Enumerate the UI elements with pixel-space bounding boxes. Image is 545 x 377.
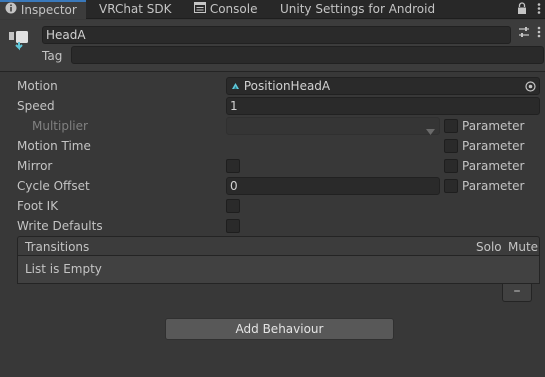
animation-clip-icon [231,78,240,94]
animator-state-icon [7,28,31,52]
motion-label: Motion [17,79,58,93]
cycle-offset-label: Cycle Offset [17,179,90,193]
speed-field[interactable]: 1 [226,97,540,115]
presets-icon[interactable] [517,26,531,42]
tag-field[interactable] [71,46,544,64]
add-behaviour-button[interactable]: Add Behaviour [165,318,394,340]
header-menu-icon[interactable] [532,26,545,42]
tab-console[interactable]: Console [194,0,257,19]
object-picker-icon[interactable] [525,80,536,96]
multiplier-dropdown [226,117,440,135]
mute-column-header: Mute [508,240,539,254]
name-field[interactable]: HeadA [42,26,511,44]
chevron-down-icon [426,123,435,139]
lock-icon[interactable] [517,2,527,18]
cycle-offset-parameter-checkbox[interactable] [444,179,458,193]
console-icon [194,0,206,19]
tab-vrchat-sdk[interactable]: VRChat SDK [99,0,172,19]
write-defaults-label: Write Defaults [17,219,103,233]
motion-time-parameter-label: Parameter [462,139,525,153]
mirror-parameter-checkbox[interactable] [444,159,458,173]
tab-unity-settings-android[interactable]: Unity Settings for Android [280,0,435,19]
transitions-list: List is Empty [17,256,540,284]
motion-object-field[interactable]: PositionHeadA [226,77,540,95]
mirror-checkbox[interactable] [226,159,240,173]
foot-ik-label: Foot IK [17,199,59,213]
tab-label: Console [209,2,258,16]
motion-value: PositionHeadA [243,79,331,93]
tab-label: Unity Settings for Android [280,2,436,16]
cycle-offset-field[interactable]: 0 [226,177,440,195]
motion-time-label: Motion Time [17,139,91,153]
tab-bar: Inspector VRChat SDK Console Unity Setti… [0,0,545,19]
motion-time-parameter-checkbox[interactable] [444,139,458,153]
inspector-header: HeadA Tag [0,20,545,72]
transitions-list-header: Transitions Solo Mute [17,236,540,256]
foot-ik-checkbox[interactable] [226,199,240,213]
multiplier-parameter-label: Parameter [462,119,525,133]
cycle-offset-parameter-label: Parameter [462,179,525,193]
speed-label: Speed [17,99,55,113]
remove-transition-button[interactable]: – [502,284,532,302]
multiplier-parameter-checkbox[interactable] [444,119,458,133]
transitions-title: Transitions [25,240,90,254]
tag-label: Tag [42,49,63,63]
solo-column-header: Solo [476,240,502,254]
more-options-icon[interactable] [537,2,541,18]
list-empty-text: List is Empty [25,262,102,276]
tab-label: VRChat SDK [99,2,172,16]
tab-inspector[interactable]: Inspector [0,0,86,19]
write-defaults-checkbox[interactable] [226,219,240,233]
info-icon [5,2,17,19]
mirror-label: Mirror [17,159,53,173]
multiplier-label: Multiplier [32,119,88,133]
mirror-parameter-label: Parameter [462,159,525,173]
tab-label: Inspector [20,3,77,17]
